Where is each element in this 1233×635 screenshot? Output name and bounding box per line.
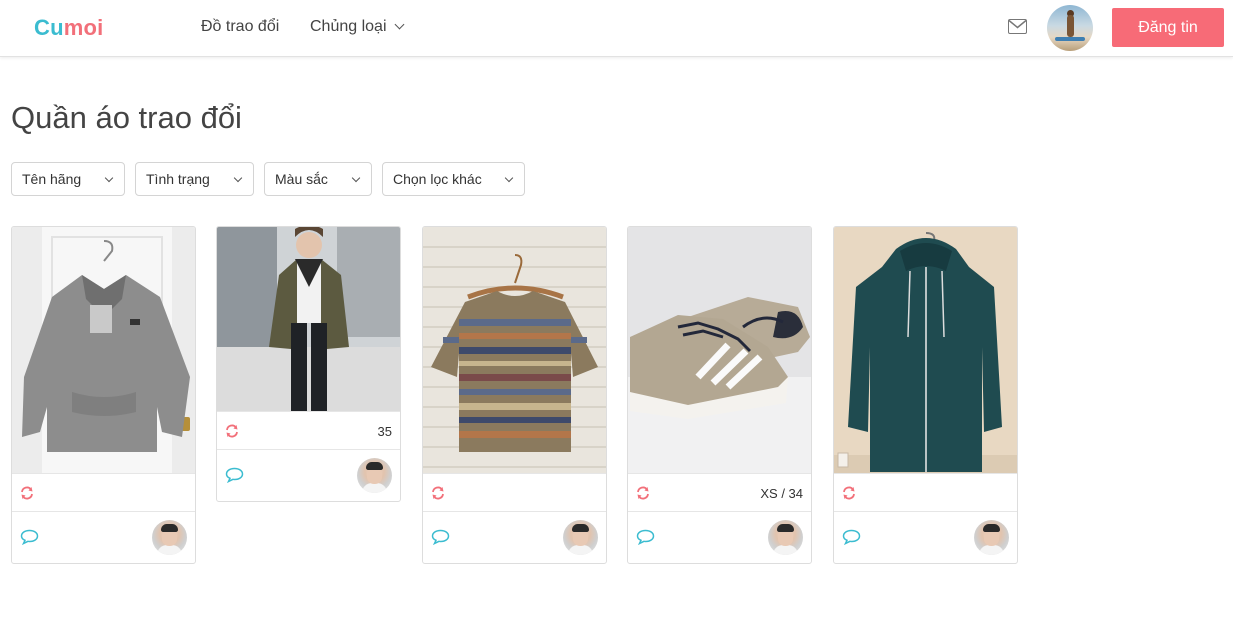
- owner-shirt: [157, 545, 182, 555]
- chevron-down-icon: [233, 173, 243, 183]
- swap-icon: [226, 424, 238, 438]
- item-photo-striped-knit-tshirt[interactable]: [423, 227, 606, 473]
- owner-avatar[interactable]: [563, 520, 598, 555]
- chat-icon[interactable]: [431, 529, 450, 545]
- brand-logo[interactable]: Cumoi: [34, 15, 103, 41]
- item-card[interactable]: [11, 226, 196, 564]
- item-photo-olive-bomber-jacket[interactable]: [217, 227, 400, 411]
- item-size: XS / 34: [760, 486, 803, 501]
- swap-icon: [637, 486, 649, 500]
- top-navbar: Cumoi Đồ trao đổi Chủng loại Đăng tin: [0, 0, 1233, 57]
- item-photo-grey-sweatshirt[interactable]: [12, 227, 195, 473]
- item-action-row: [628, 511, 811, 563]
- owner-hair: [366, 462, 383, 470]
- nav-categories-dropdown[interactable]: Chủng loại: [310, 18, 404, 36]
- nav-exchange-label: Đồ trao đổi: [201, 18, 280, 35]
- chevron-down-icon: [351, 173, 361, 183]
- owner-avatar[interactable]: [357, 458, 392, 493]
- filter-condition[interactable]: Tình trạng: [135, 162, 254, 196]
- filter-brand[interactable]: Tên hãng: [11, 162, 125, 196]
- filter-other-label: Chọn lọc khác: [393, 171, 482, 187]
- post-button[interactable]: Đăng tin: [1112, 8, 1224, 47]
- nav-categories-label: Chủng loại: [310, 18, 387, 35]
- owner-avatar[interactable]: [974, 520, 1009, 555]
- swap-icon: [843, 486, 855, 500]
- filter-condition-label: Tình trạng: [146, 171, 210, 187]
- nav-exchange-link[interactable]: Đồ trao đổi: [201, 18, 279, 36]
- item-card[interactable]: [422, 226, 607, 564]
- item-card[interactable]: [833, 226, 1018, 564]
- swap-icon: [432, 486, 444, 500]
- item-action-row: [12, 511, 195, 563]
- item-card[interactable]: XS / 34: [627, 226, 812, 564]
- owner-hair: [983, 524, 1000, 532]
- item-photo-beige-sneakers[interactable]: [628, 227, 811, 473]
- chevron-down-icon: [504, 173, 514, 183]
- item-action-row: [834, 511, 1017, 563]
- item-info-row: [423, 473, 606, 511]
- owner-avatar[interactable]: [152, 520, 187, 555]
- avatar-figure-body: [1067, 15, 1074, 37]
- item-info-row: 35: [217, 411, 400, 449]
- chat-icon[interactable]: [636, 529, 655, 545]
- item-info-row: XS / 34: [628, 473, 811, 511]
- filter-color-label: Màu sắc: [275, 171, 328, 187]
- chevron-down-icon: [394, 19, 404, 30]
- mail-icon[interactable]: [1008, 19, 1027, 34]
- owner-shirt: [362, 483, 387, 493]
- avatar-surfboard: [1055, 37, 1085, 41]
- chat-icon[interactable]: [20, 529, 39, 545]
- owner-hair: [777, 524, 794, 532]
- owner-hair: [161, 524, 178, 532]
- owner-shirt: [568, 545, 593, 555]
- brand-logo-part1: Cu: [34, 15, 64, 40]
- swap-icon: [21, 486, 33, 500]
- chat-icon[interactable]: [225, 467, 244, 483]
- item-info-row: [834, 473, 1017, 511]
- item-size: 35: [377, 424, 392, 439]
- item-action-row: [217, 449, 400, 501]
- brand-logo-part2: moi: [63, 15, 104, 40]
- owner-shirt: [979, 545, 1004, 555]
- filter-other[interactable]: Chọn lọc khác: [382, 162, 525, 196]
- filter-color[interactable]: Màu sắc: [264, 162, 372, 196]
- user-avatar[interactable]: [1047, 5, 1093, 51]
- owner-avatar[interactable]: [768, 520, 803, 555]
- filter-brand-label: Tên hãng: [22, 171, 82, 187]
- item-info-row: [12, 473, 195, 511]
- item-action-row: [423, 511, 606, 563]
- chat-icon[interactable]: [842, 529, 861, 545]
- owner-shirt: [773, 545, 798, 555]
- chevron-down-icon: [104, 173, 114, 183]
- item-card[interactable]: 35: [216, 226, 401, 502]
- page-title: Quần áo trao đổi: [11, 100, 242, 135]
- item-photo-dark-teal-hoodie[interactable]: [834, 227, 1017, 473]
- owner-hair: [572, 524, 589, 532]
